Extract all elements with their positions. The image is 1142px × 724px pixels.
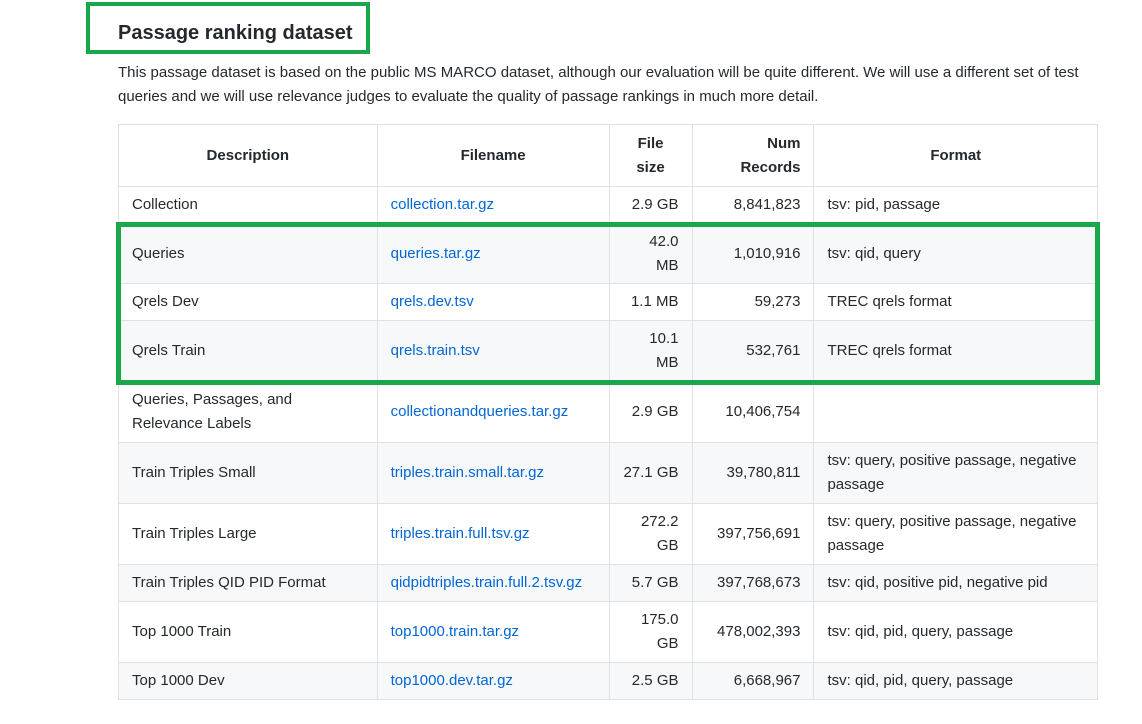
- header-format: Format: [813, 124, 1098, 187]
- row-file-size: 175.0 GB: [608, 601, 693, 663]
- row-file-size-value: 2.9 GB: [631, 402, 679, 420]
- row-filename-cell: qrels.train.tsv: [376, 320, 610, 381]
- row-description: Top 1000 Train: [118, 601, 378, 663]
- row-file-size: 10.1 MB: [608, 320, 693, 381]
- row-description: Queries, Passages, and Relevance Labels: [118, 380, 378, 443]
- header-num-records-line2: Records: [740, 158, 801, 176]
- file-link[interactable]: qrels.dev.tsv: [391, 293, 474, 310]
- row-file-size: 42.0 MB: [608, 223, 693, 284]
- row-description: Collection: [118, 186, 378, 224]
- row-file-size-value: 10.1: [649, 329, 679, 347]
- row-format: tsv: pid, passage: [813, 186, 1098, 224]
- row-format: tsv: qid, positive pid, negative pid: [813, 564, 1098, 602]
- row-format: tsv: qid, pid, query, passage: [813, 662, 1098, 700]
- file-link[interactable]: triples.train.full.tsv.gz: [391, 525, 530, 542]
- row-format: tsv: query, positive passage, negative p…: [813, 442, 1098, 504]
- table-row: Collection collection.tar.gz 2.9 GB 8,84…: [118, 186, 1098, 224]
- file-link[interactable]: triples.train.small.tar.gz: [391, 464, 544, 481]
- row-filename-cell: top1000.train.tar.gz: [376, 601, 610, 663]
- row-num-records: 8,841,823: [691, 186, 815, 224]
- file-link[interactable]: qrels.train.tsv: [391, 342, 480, 359]
- row-description: Qrels Dev: [118, 283, 378, 321]
- file-link[interactable]: collectionandqueries.tar.gz: [391, 403, 569, 420]
- row-file-size-value: 272.2: [640, 513, 679, 530]
- table-row: Qrels Train qrels.train.tsv 10.1 MB 532,7…: [118, 320, 1098, 381]
- header-num-records-line1: Num: [767, 134, 801, 152]
- row-num-records: 478,002,393: [691, 601, 815, 663]
- section-title: Passage ranking dataset: [118, 22, 353, 44]
- header-num-records: Num Records: [691, 124, 815, 187]
- table-header-row: Description Filename File size Num Recor…: [118, 124, 1098, 187]
- row-format: tsv: query, positive passage, negative p…: [813, 503, 1098, 565]
- row-num-records: 397,756,691: [691, 503, 815, 565]
- row-description: Queries: [118, 223, 378, 284]
- section-description: This passage dataset is based on the pub…: [118, 64, 1079, 105]
- row-format: TREC qrels format: [813, 283, 1098, 321]
- row-file-size-value: 27.1 GB: [623, 464, 679, 481]
- row-num-records: 10,406,754: [691, 380, 815, 443]
- row-format: tsv: qid, pid, query, passage: [813, 601, 1098, 663]
- row-file-size: 2.5 GB: [608, 662, 693, 700]
- row-num-records: 532,761: [691, 320, 815, 381]
- row-filename-cell: collection.tar.gz: [376, 186, 610, 224]
- header-filename: Filename: [376, 124, 610, 187]
- table-row: Queries queries.tar.gz 42.0 MB 1,010,916 …: [118, 223, 1098, 284]
- row-file-size-value: 2.5 GB: [631, 672, 679, 689]
- row-file-size-value: 42.0: [649, 232, 679, 250]
- row-description: Top 1000 Dev: [118, 662, 378, 700]
- row-description: Train Triples QID PID Format: [118, 564, 378, 602]
- file-link[interactable]: qidpidtriples.train.full.2.tsv.gz: [391, 574, 582, 591]
- row-file-size-unit: GB: [656, 635, 679, 652]
- row-filename-cell: qidpidtriples.train.full.2.tsv.gz: [376, 564, 610, 602]
- row-file-size: 5.7 GB: [608, 564, 693, 602]
- file-link[interactable]: queries.tar.gz: [391, 245, 481, 262]
- row-file-size-unit: GB: [656, 537, 679, 554]
- file-link[interactable]: collection.tar.gz: [391, 196, 494, 213]
- row-file-size-value: 5.7 GB: [631, 574, 679, 591]
- row-filename-cell: top1000.dev.tar.gz: [376, 662, 610, 700]
- dataset-files-table: Description Filename File size Num Recor…: [118, 124, 1098, 700]
- header-file-size: File size: [608, 124, 693, 187]
- row-file-size: 1.1 MB: [608, 283, 693, 321]
- table-row: Train Triples Small triples.train.small.…: [118, 442, 1098, 504]
- row-file-size-unit: MB: [656, 353, 679, 371]
- row-file-size: 27.1 GB: [608, 442, 693, 504]
- row-file-size: 2.9 GB: [608, 186, 693, 224]
- table-row: Train Triples Large triples.train.full.t…: [118, 503, 1098, 565]
- row-num-records: 39,780,811: [691, 442, 815, 504]
- row-format: TREC qrels format: [813, 320, 1098, 381]
- row-file-size-value: 1.1 MB: [630, 293, 679, 310]
- row-filename-cell: triples.train.full.tsv.gz: [376, 503, 610, 565]
- row-description: Train Triples Large: [118, 503, 378, 565]
- row-filename-cell: queries.tar.gz: [376, 223, 610, 284]
- file-link[interactable]: top1000.dev.tar.gz: [391, 672, 513, 689]
- row-filename-cell: qrels.dev.tsv: [376, 283, 610, 321]
- table-row: Top 1000 Dev top1000.dev.tar.gz 2.5 GB 6…: [118, 662, 1098, 700]
- row-file-size: 272.2 GB: [608, 503, 693, 565]
- row-num-records: 397,768,673: [691, 564, 815, 602]
- table-row: Train Triples QID PID Format qidpidtripl…: [118, 564, 1098, 602]
- row-file-size-unit: MB: [656, 256, 679, 274]
- row-num-records: 6,668,967: [691, 662, 815, 700]
- table-row: Queries, Passages, and Relevance Labels …: [118, 380, 1098, 443]
- row-file-size-value: 175.0: [640, 611, 679, 628]
- row-filename-cell: collectionandqueries.tar.gz: [376, 380, 610, 443]
- table-row: Top 1000 Train top1000.train.tar.gz 175.…: [118, 601, 1098, 663]
- row-format: tsv: qid, query: [813, 223, 1098, 284]
- file-link[interactable]: top1000.train.tar.gz: [391, 623, 519, 640]
- row-file-size: 2.9 GB: [608, 380, 693, 443]
- row-description: Qrels Train: [118, 320, 378, 381]
- header-description: Description: [118, 124, 378, 187]
- row-file-size-value: 2.9 GB: [631, 196, 679, 213]
- row-description: Train Triples Small: [118, 442, 378, 504]
- row-num-records: 59,273: [691, 283, 815, 321]
- row-num-records: 1,010,916: [691, 223, 815, 284]
- row-filename-cell: triples.train.small.tar.gz: [376, 442, 610, 504]
- row-format: [813, 380, 1098, 443]
- table-row: Qrels Dev qrels.dev.tsv 1.1 MB 59,273 TR…: [118, 283, 1098, 321]
